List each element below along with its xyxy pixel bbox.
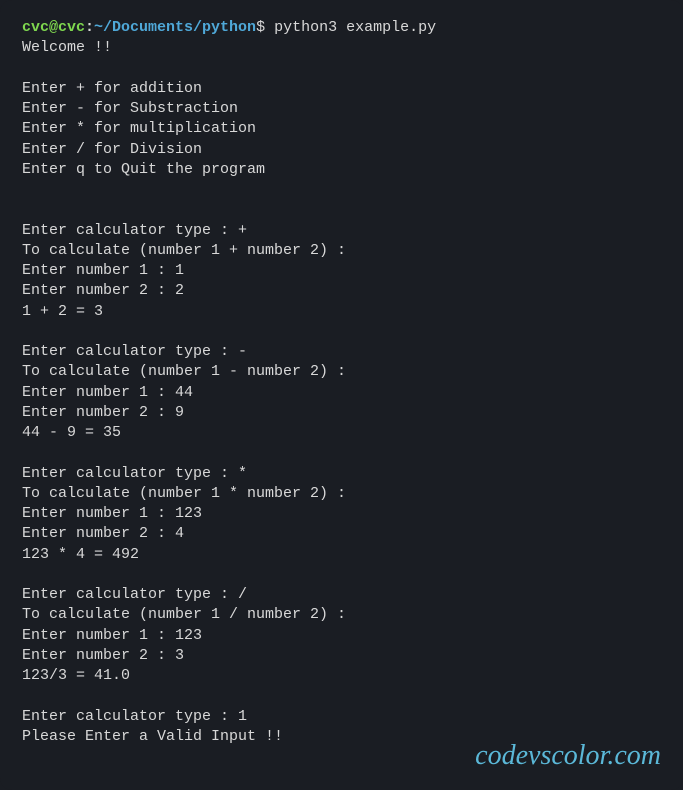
output-welcome: Welcome !! [22,38,661,58]
prompt-line: cvc@cvc:~/Documents/python$ python3 exam… [22,18,661,38]
command-text: python3 example.py [265,19,436,36]
output-div-result: 123/3 = 41.0 [22,666,661,686]
output-mul-calc: To calculate (number 1 * number 2) : [22,484,661,504]
output-menu-add: Enter + for addition [22,79,661,99]
output-sub-type: Enter calculator type : - [22,342,661,362]
watermark-text: codevscolor.com [475,740,661,772]
output-menu-quit: Enter q to Quit the program [22,160,661,180]
output-sub-n1: Enter number 1 : 44 [22,383,661,403]
terminal-window[interactable]: cvc@cvc:~/Documents/python$ python3 exam… [0,0,683,790]
prompt-dollar: $ [256,19,265,36]
output-blank [22,200,661,220]
output-add-n1: Enter number 1 : 1 [22,261,661,281]
output-div-n2: Enter number 2 : 3 [22,646,661,666]
output-menu-sub: Enter - for Substraction [22,99,661,119]
output-div-type: Enter calculator type : / [22,585,661,605]
output-mul-n2: Enter number 2 : 4 [22,524,661,544]
output-sub-n2: Enter number 2 : 9 [22,403,661,423]
output-sub-calc: To calculate (number 1 - number 2) : [22,362,661,382]
output-add-type: Enter calculator type : + [22,221,661,241]
prompt-colon: : [85,19,94,36]
output-div-n1: Enter number 1 : 123 [22,626,661,646]
output-menu-mul: Enter * for multiplication [22,119,661,139]
user-host: cvc@cvc [22,19,85,36]
output-blank [22,180,661,200]
output-invalid-type: Enter calculator type : 1 [22,707,661,727]
prompt-path: ~/Documents/python [94,19,256,36]
output-mul-n1: Enter number 1 : 123 [22,504,661,524]
output-add-calc: To calculate (number 1 + number 2) : [22,241,661,261]
output-menu-div: Enter / for Division [22,140,661,160]
output-add-result: 1 + 2 = 3 [22,302,661,322]
output-sub-result: 44 - 9 = 35 [22,423,661,443]
output-add-n2: Enter number 2 : 2 [22,281,661,301]
output-blank [22,443,661,463]
output-mul-result: 123 * 4 = 492 [22,545,661,565]
output-blank [22,565,661,585]
output-mul-type: Enter calculator type : * [22,464,661,484]
output-blank [22,59,661,79]
output-div-calc: To calculate (number 1 / number 2) : [22,605,661,625]
output-blank [22,322,661,342]
output-blank [22,686,661,706]
